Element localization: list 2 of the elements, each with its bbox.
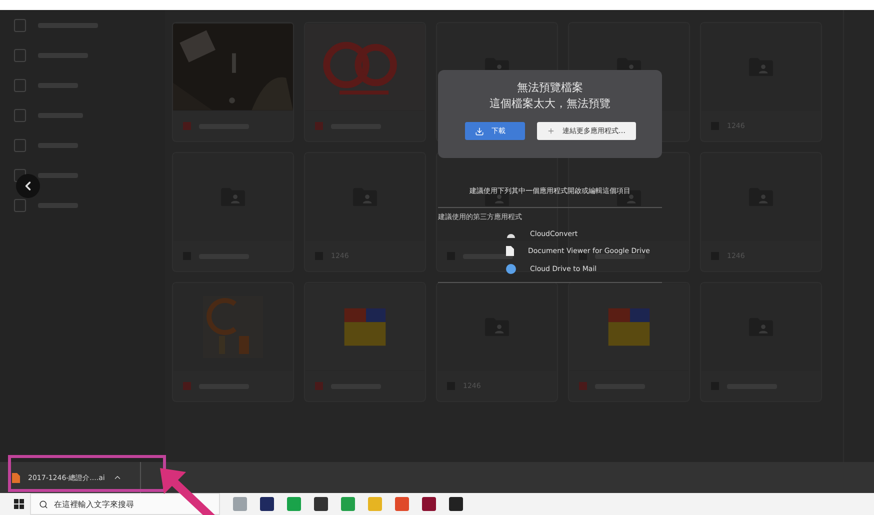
dialog-title: 無法預覽檔案 [517,80,583,96]
dialog-message: 這個檔案太大，無法預覽 [490,96,610,112]
